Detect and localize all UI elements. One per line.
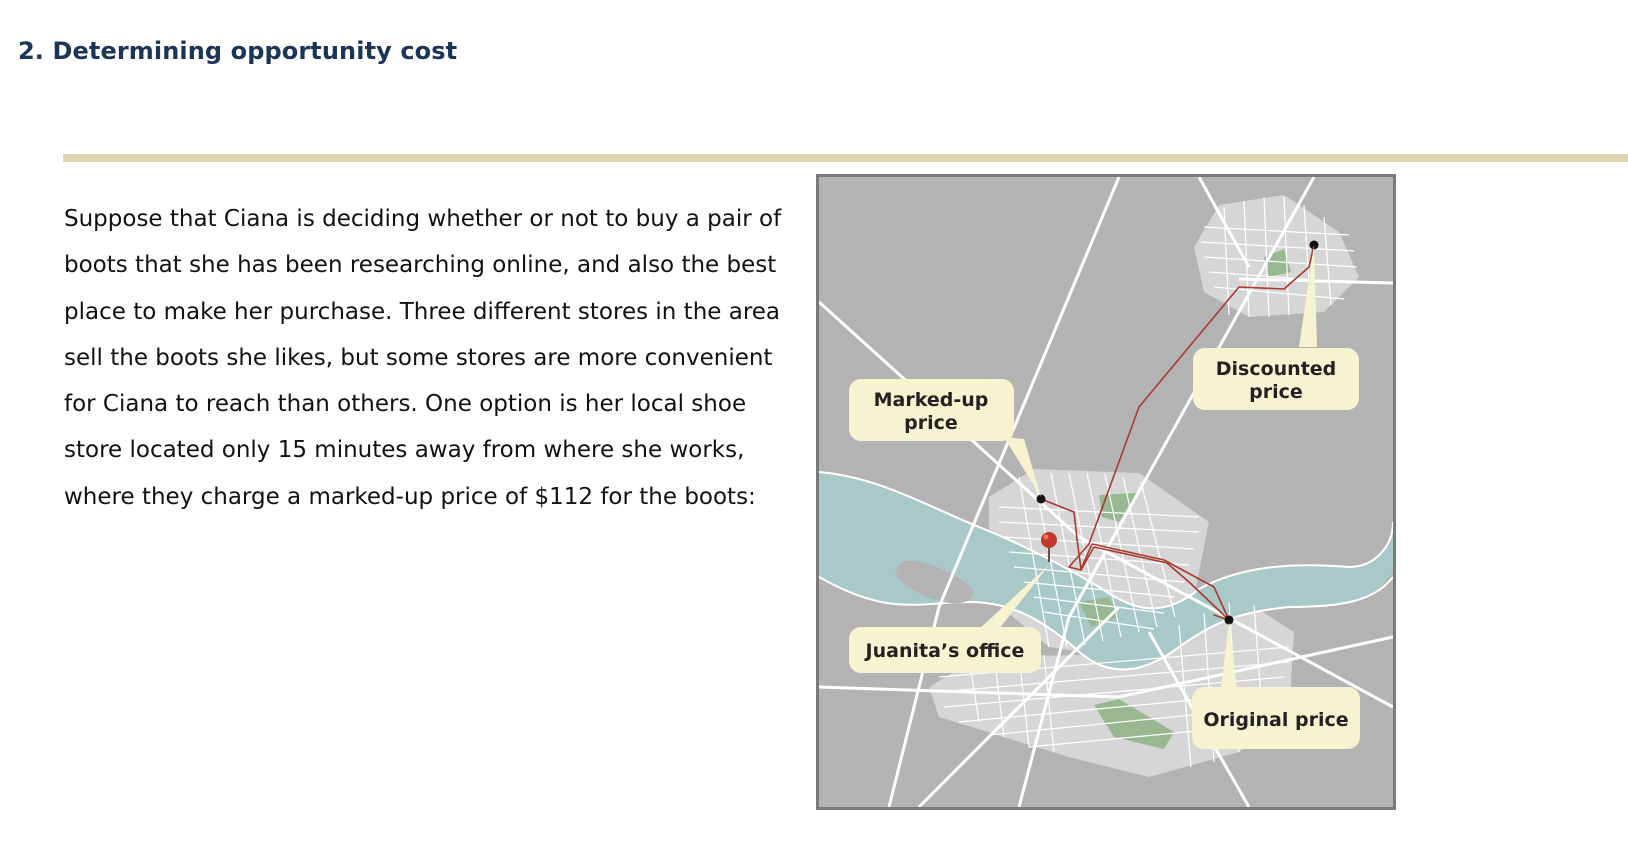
discounted-label-line2: price: [1249, 381, 1303, 403]
office-label: Juanita’s office: [864, 640, 1025, 662]
question-passage: Suppose that Ciana is deciding whether o…: [64, 206, 782, 510]
original-label: Original price: [1203, 709, 1348, 731]
discounted-label-line1: Discounted: [1216, 358, 1337, 380]
section-heading: 2. Determining opportunity cost: [18, 37, 458, 65]
marked-up-label-line1: Marked-up: [874, 389, 989, 411]
marked-up-store-marker: [1036, 494, 1046, 504]
city-map: Marked-up price Discounted price Juanita…: [816, 174, 1396, 810]
section-divider: [63, 154, 1628, 162]
original-price-callout: Original price: [1192, 687, 1360, 749]
marked-up-label-line2: price: [904, 412, 958, 434]
office-callout: Juanita’s office: [849, 627, 1041, 673]
marked-up-price-callout: Marked-up price: [849, 379, 1014, 441]
discounted-price-callout: Discounted price: [1193, 348, 1359, 410]
